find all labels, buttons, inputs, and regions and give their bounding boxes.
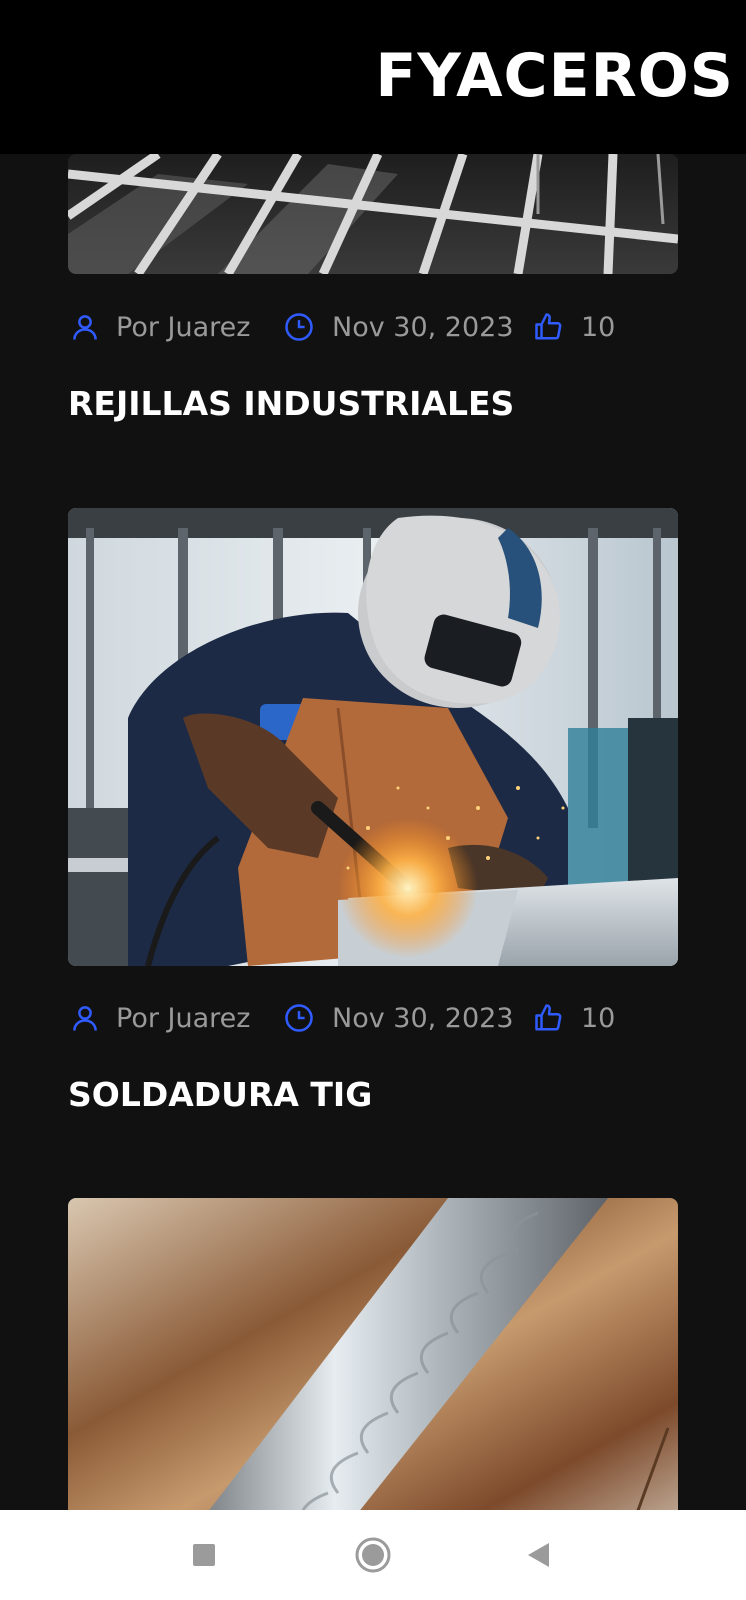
app-screen: FYACEROS Por Juarez Nov 30, 2023 10 REJI… (0, 0, 746, 1600)
post-author[interactable]: Por Juarez (116, 1003, 250, 1035)
post-meta: Por Juarez Nov 30, 2023 10 (68, 308, 678, 348)
welder-image (68, 508, 678, 966)
steel-grating-image (68, 154, 678, 274)
post-meta: Por Juarez Nov 30, 2023 10 (68, 999, 678, 1039)
home-button[interactable] (350, 1532, 396, 1578)
post-likes: 10 (581, 312, 616, 343)
post-author[interactable]: Por Juarez (116, 312, 250, 344)
weld-bead-image (68, 1198, 678, 1538)
app-header: FYACEROS (0, 0, 746, 154)
clock-icon (285, 1004, 313, 1032)
post-date: Nov 30, 2023 (332, 312, 514, 343)
brand-logo-text[interactable]: FYACEROS (375, 38, 734, 114)
user-icon (73, 315, 97, 340)
post-date: Nov 30, 2023 (332, 1003, 514, 1034)
thumbs-up-icon[interactable] (534, 312, 564, 342)
post-image-grating[interactable] (68, 154, 678, 274)
post-title[interactable]: REJILLAS INDUSTRIALES (68, 384, 514, 424)
post-image-weld-bead[interactable] (68, 1198, 678, 1538)
post-title[interactable]: SOLDADURA TIG (68, 1075, 372, 1115)
system-nav-bar (0, 1510, 746, 1600)
recents-button[interactable] (181, 1532, 227, 1578)
post-image-welder[interactable] (68, 508, 678, 966)
thumbs-up-icon[interactable] (534, 1003, 564, 1033)
user-icon (73, 1006, 97, 1031)
post-likes: 10 (581, 1003, 616, 1034)
back-button[interactable] (516, 1532, 562, 1578)
clock-icon (285, 313, 313, 341)
